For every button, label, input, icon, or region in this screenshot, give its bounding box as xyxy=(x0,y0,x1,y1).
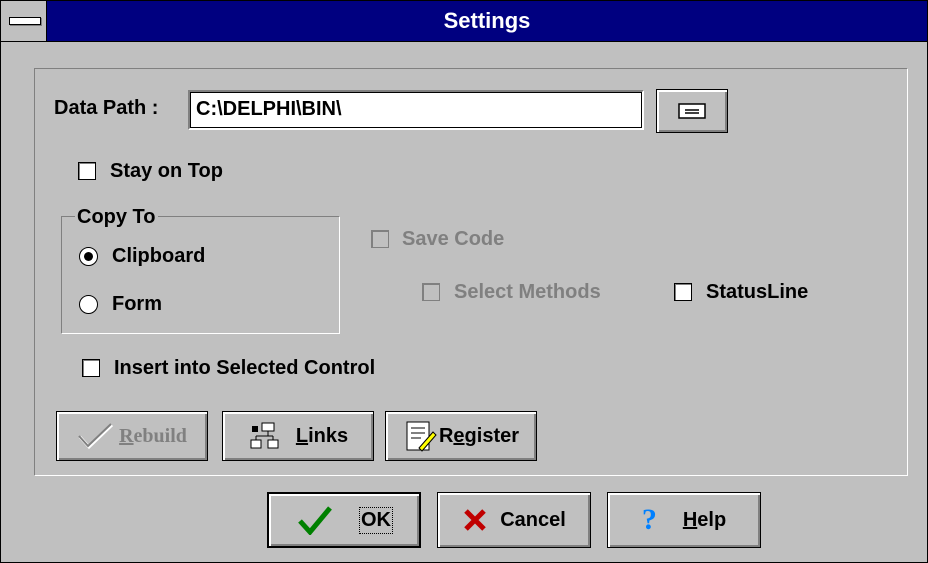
select-methods-checkbox[interactable] xyxy=(422,283,440,301)
help-question-icon: ? xyxy=(641,503,657,536)
data-path-label: Data Path : xyxy=(54,97,159,119)
window-title: Settings xyxy=(443,8,531,33)
clipboard-label[interactable]: Clipboard xyxy=(112,245,205,268)
system-menu-button[interactable] xyxy=(1,1,47,41)
help-label: Help xyxy=(682,508,727,531)
register-icon xyxy=(406,421,437,452)
cancel-label: Cancel xyxy=(500,508,566,531)
register-button[interactable]: Register xyxy=(385,411,537,461)
data-path-input[interactable]: C:\DELPHI\BIN\ xyxy=(188,90,644,130)
rebuild-label: Rebuild xyxy=(119,424,187,447)
clipboard-radio[interactable] xyxy=(79,247,98,266)
browse-icon xyxy=(678,103,706,119)
title-bar: Settings xyxy=(1,1,927,42)
settings-dialog: Settings Data Path : C:\DELPHI\BIN\ Stay… xyxy=(0,0,928,563)
ok-check-icon xyxy=(298,506,332,535)
insert-selected-checkbox[interactable] xyxy=(82,359,100,377)
copy-to-legend: Copy To xyxy=(75,206,158,229)
help-button[interactable]: ? Help xyxy=(607,492,761,548)
copy-to-group xyxy=(61,216,340,334)
register-label: Register xyxy=(438,424,520,447)
save-code-label[interactable]: Save Code xyxy=(402,228,504,251)
statusline-checkbox[interactable] xyxy=(674,283,692,301)
cancel-x-icon xyxy=(464,509,486,531)
select-methods-label[interactable]: Select Methods xyxy=(454,281,601,304)
links-label: Links xyxy=(295,424,349,447)
stay-on-top-label[interactable]: Stay on Top xyxy=(110,160,223,183)
form-label[interactable]: Form xyxy=(112,293,162,316)
links-icon xyxy=(250,422,279,449)
ok-button[interactable]: OK xyxy=(267,492,421,548)
rebuild-check-icon xyxy=(78,423,114,450)
ok-label: OK xyxy=(359,506,393,534)
cancel-button[interactable]: Cancel xyxy=(437,492,591,548)
save-code-checkbox[interactable] xyxy=(371,230,389,248)
links-button[interactable]: Links xyxy=(222,411,374,461)
insert-selected-label[interactable]: Insert into Selected Control xyxy=(114,357,375,380)
statusline-label[interactable]: StatusLine xyxy=(706,281,808,304)
stay-on-top-checkbox[interactable] xyxy=(78,162,96,180)
system-menu-icon xyxy=(9,17,41,25)
form-radio[interactable] xyxy=(79,295,98,314)
rebuild-button[interactable]: Rebuild xyxy=(56,411,208,461)
browse-button[interactable] xyxy=(656,89,728,133)
